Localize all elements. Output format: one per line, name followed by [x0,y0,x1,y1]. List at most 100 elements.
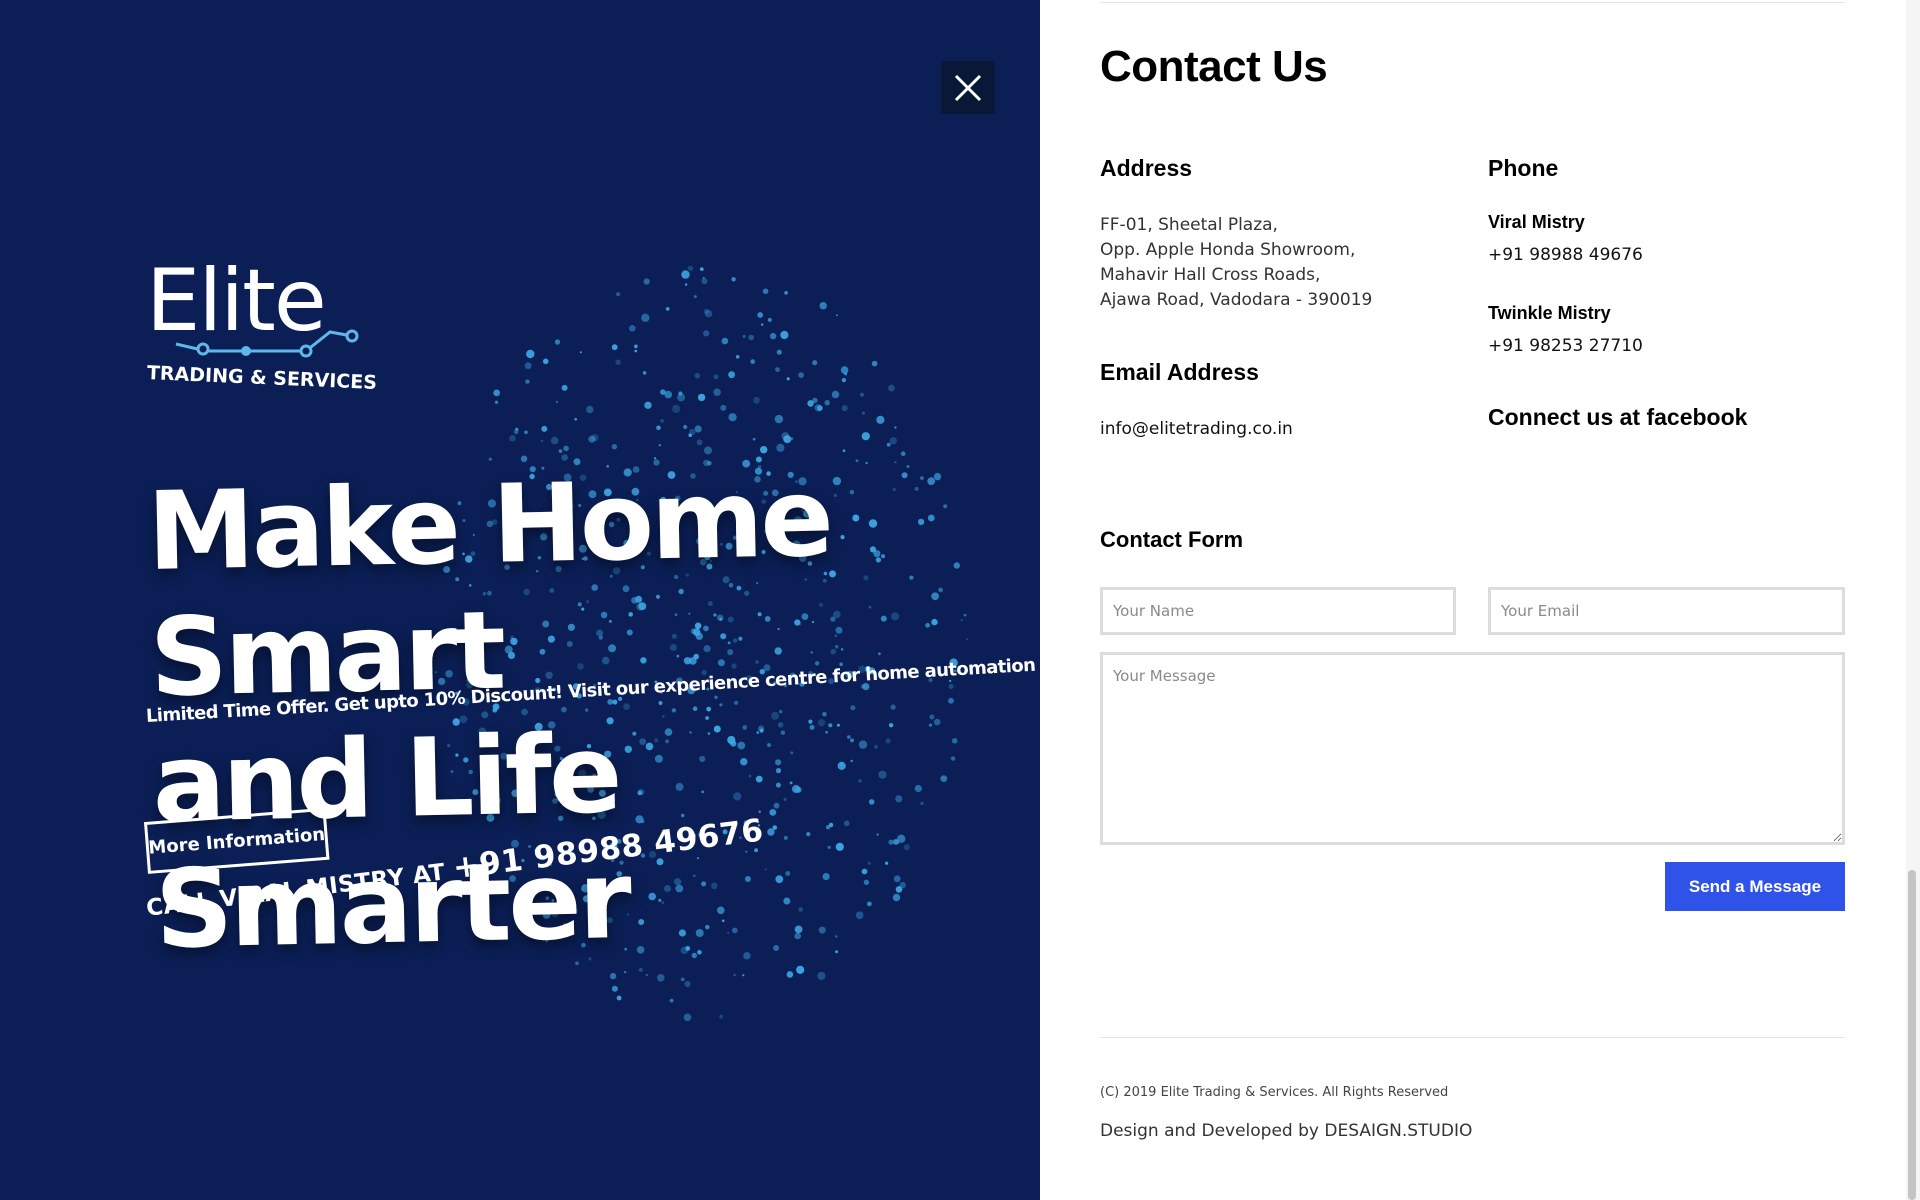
particle-dot [697,393,706,402]
particle-dot [719,1014,724,1019]
particle-dot [888,384,895,392]
email-heading: Email Address [1100,359,1259,385]
particle-dot [542,358,549,365]
particle-dot [579,351,582,354]
particle-dot [761,323,764,326]
particle-dot [694,425,702,433]
particle-dot [687,265,694,271]
particle-dot [861,432,870,441]
particle-dot [684,980,691,988]
hero-banner: Elite TRADING & SERVICES Make Home Smart… [0,0,1040,1200]
particle-dot [684,283,688,286]
particle-dot [624,971,627,974]
close-button[interactable] [941,61,995,114]
particle-dot [488,457,492,461]
name-input[interactable] [1100,587,1456,635]
particle-dot [735,355,740,359]
particle-dot [540,439,544,443]
particle-dot [790,437,794,440]
particle-dot [693,295,697,299]
particle-dot [561,384,568,391]
facebook-heading[interactable]: Connect us at facebook [1488,404,1747,431]
logo-tagline: TRADING & SERVICES [146,362,378,395]
particle-dot [696,439,703,446]
particle-dot [494,400,499,404]
email-input[interactable] [1488,587,1845,635]
particle-dot [760,446,768,454]
particle-dot [703,330,710,337]
particle-dot [657,974,665,982]
particle-dot [701,278,708,285]
particle-dot [750,359,755,364]
contact-panel: Contact Us Address FF-01, Sheetal Plaza,… [1040,0,1920,1200]
particle-dot [524,362,532,370]
particle-dot [728,413,737,422]
particle-dot [871,360,878,367]
particle-dot [634,344,638,349]
particle-dot [798,372,804,378]
particle-dot [574,417,577,421]
particle-dot [840,366,849,374]
particle-dot [774,414,784,424]
particle-dot [541,425,548,432]
particle-dot [563,445,569,452]
particle-dot [842,449,846,453]
particle-dot [515,427,519,431]
particle-dot [831,390,840,399]
particle-dot [669,998,674,1003]
particle-dot [819,302,827,310]
particle-dot [658,444,661,447]
address-line: Ajawa Road, Vadodara - 390019 [1100,290,1373,310]
elite-logo: Elite TRADING & SERVICES [146,258,377,398]
particle-dot [769,332,777,340]
address-block: FF-01, Sheetal Plaza, Opp. Apple Honda S… [1100,213,1372,313]
particle-dot [859,392,865,397]
particle-dot [752,437,756,441]
particle-dot [861,411,865,415]
particle-dot [524,430,528,435]
particle-dot [615,359,621,365]
particle-dot [776,443,785,452]
particle-dot [664,390,673,399]
contact-phone-viral[interactable]: +91 98988 49676 [1488,245,1643,265]
particle-dot [704,446,712,455]
particle-dot [677,393,686,402]
scrollbar-thumb[interactable] [1908,870,1916,1200]
particle-dot [493,389,501,397]
particle-dot [894,426,897,429]
particle-dot [672,404,681,413]
contact-phone-twinkle[interactable]: +91 98253 27710 [1488,336,1643,356]
particle-dot [786,377,790,381]
contact-name-viral: Viral Mistry [1488,212,1585,232]
close-icon [954,74,982,101]
particle-dot [629,325,636,332]
particle-dot [817,971,826,981]
top-divider [1100,2,1845,3]
particle-dot [786,971,794,978]
particle-dot [645,973,649,977]
particle-dot [683,424,688,430]
particle-dot [611,444,618,450]
particle-dot [689,428,696,436]
send-message-button[interactable]: Send a Message [1665,862,1845,911]
particle-dot [680,977,685,982]
particle-dot [767,317,772,322]
particle-dot [555,400,559,404]
particle-dot [783,435,792,444]
particle-dot [824,400,830,406]
particle-dot [660,419,664,423]
particle-dot [641,313,650,322]
credit-text[interactable]: Design and Developed by DESAIGN.STUDIO [1100,1121,1472,1141]
particle-dot [656,425,661,431]
message-textarea[interactable] [1100,652,1845,845]
particle-dot [694,372,701,379]
particle-dot [586,405,594,414]
particle-dot [742,335,746,338]
address-heading: Address [1100,155,1193,181]
particle-dot [609,972,617,980]
particle-dot [836,314,838,317]
email-link[interactable]: info@elitetrading.co.in [1100,419,1293,439]
particle-dot [643,278,650,285]
particle-dot [817,405,823,411]
contact-form-heading: Contact Form [1100,527,1243,552]
